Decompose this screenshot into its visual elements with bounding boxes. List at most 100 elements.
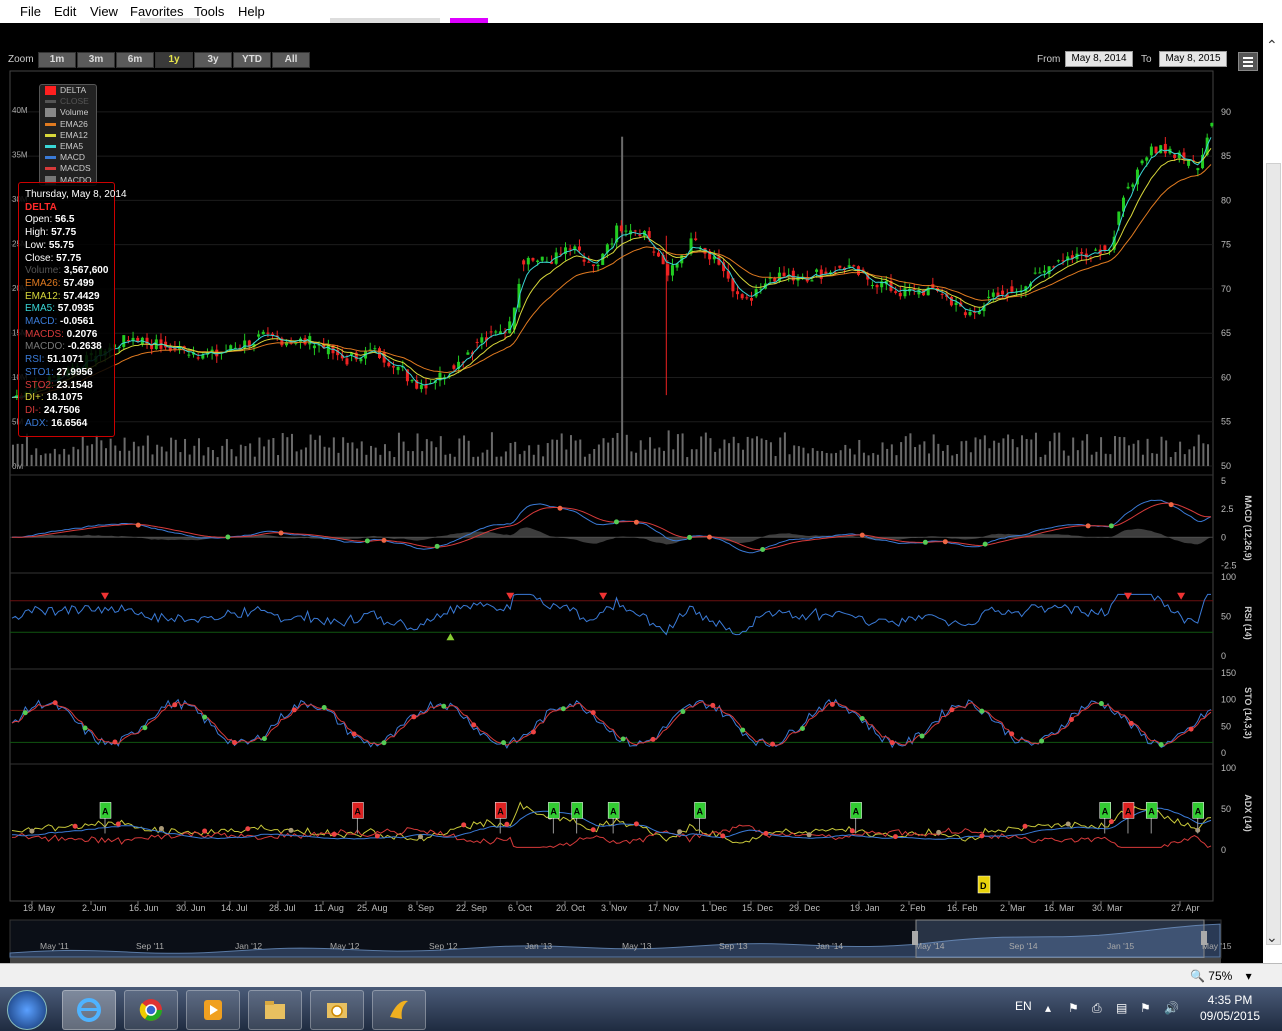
media-player-icon[interactable]: [186, 990, 240, 1030]
volume-bar: [25, 433, 28, 466]
x-tick-label: 16. Feb: [947, 903, 978, 913]
candle-body: [652, 251, 656, 253]
volume-bar: [318, 435, 321, 466]
tray-app-icon[interactable]: ⚑: [1068, 1001, 1079, 1015]
macd-cross-marker: [633, 519, 639, 525]
candle-body: [266, 332, 270, 334]
volume-bar: [304, 447, 307, 466]
volume-bar: [793, 445, 796, 466]
adx-flag-label: A: [102, 806, 109, 816]
legend-item-ema12[interactable]: EMA12: [40, 130, 96, 141]
candle-body: [1149, 146, 1153, 156]
menu-favorites[interactable]: Favorites: [130, 4, 183, 19]
volume-bar: [151, 454, 154, 466]
volume-bar: [495, 456, 498, 466]
menu-view[interactable]: View: [90, 4, 118, 19]
tooltip-label: EMA26:: [25, 277, 64, 289]
app-icon[interactable]: [372, 990, 426, 1030]
ema5-line: [11, 137, 1212, 399]
scroll-down-icon[interactable]: ⌄: [1266, 929, 1278, 946]
language-indicator[interactable]: EN: [1015, 999, 1032, 1013]
volume-bar: [453, 456, 456, 466]
adx-flag-label: A: [697, 806, 704, 816]
volume-bar: [1039, 456, 1042, 466]
candle-body: [466, 352, 470, 355]
candle-body: [657, 252, 661, 257]
outlook-icon[interactable]: [310, 990, 364, 1030]
menu-file[interactable]: File: [20, 4, 41, 19]
show-hidden-icons[interactable]: ▴: [1045, 1001, 1051, 1015]
volume-bar: [997, 442, 1000, 466]
volume-bar: [523, 450, 526, 466]
tray-printer-icon[interactable]: ⎙: [1092, 1001, 1102, 1016]
volume-bar: [579, 439, 582, 466]
volume-bar: [397, 432, 400, 466]
legend-swatch: [45, 167, 56, 171]
rsi-tick-label: 0: [1221, 651, 1226, 661]
volume-bar: [1021, 435, 1024, 466]
legend-item-volume[interactable]: Volume: [40, 107, 96, 118]
volume-bar: [993, 440, 996, 466]
volume-bar: [72, 446, 75, 466]
legend-label: Volume: [60, 107, 89, 118]
volume-bar: [1193, 446, 1196, 466]
volume-bar: [1183, 454, 1186, 466]
volume-bar: [630, 451, 633, 466]
price-tick-label: 65: [1221, 328, 1231, 338]
chrome-icon[interactable]: [124, 990, 178, 1030]
volume-bar: [481, 452, 484, 466]
adx-cross-marker: [849, 828, 855, 834]
candle-body: [526, 257, 530, 265]
ie-icon[interactable]: [62, 990, 116, 1030]
network-icon[interactable]: ▤: [1116, 1001, 1127, 1015]
legend-item-delta[interactable]: DELTA: [40, 85, 96, 96]
legend-item-macd[interactable]: MACD: [40, 152, 96, 163]
page-zoom[interactable]: 🔍 75% ▾: [1190, 969, 1252, 983]
volume-bar: [639, 440, 642, 466]
volume-icon[interactable]: 🔊: [1164, 1001, 1179, 1015]
volume-bar: [695, 449, 698, 466]
scrollbar-thumb[interactable]: [1266, 163, 1281, 945]
menu-help[interactable]: Help: [238, 4, 265, 19]
volume-bar: [39, 455, 42, 466]
volume-bar: [490, 432, 493, 466]
adx-tick-label: 100: [1221, 763, 1236, 773]
volume-bar: [616, 432, 619, 466]
legend-item-close[interactable]: CLOSE: [40, 96, 96, 107]
volume-bar: [211, 450, 214, 466]
start-button[interactable]: [7, 990, 47, 1030]
adx-cross-marker: [633, 821, 639, 827]
rsi-sell-marker: [1177, 592, 1186, 600]
candle-body: [1159, 145, 1163, 154]
rsi-panel-label: RSI (14): [1243, 606, 1253, 640]
volume-bar: [374, 447, 377, 466]
volume-bar: [1174, 452, 1177, 466]
clock[interactable]: 4:35 PM 09/05/2015: [1190, 992, 1270, 1024]
sto-cross-marker: [471, 722, 477, 728]
volume-bar: [946, 445, 949, 466]
volume-bar: [658, 447, 661, 466]
volume-bar: [281, 433, 284, 466]
candle-body: [1056, 260, 1060, 262]
macd-cross-marker: [1108, 523, 1114, 529]
scroll-up-icon[interactable]: ⌃: [1266, 37, 1278, 54]
legend-item-ema5[interactable]: EMA5: [40, 141, 96, 152]
macd-line: [11, 499, 1212, 554]
legend-item-ema26[interactable]: EMA26: [40, 119, 96, 130]
menu-edit[interactable]: Edit: [54, 4, 76, 19]
navigator-label: Jan '14: [816, 941, 843, 951]
volume-bar: [783, 432, 786, 466]
volume-bar: [332, 437, 335, 466]
price-tick-label: 60: [1221, 372, 1231, 382]
action-center-icon[interactable]: ⚑: [1140, 1001, 1151, 1015]
menu-tools[interactable]: Tools: [194, 4, 224, 19]
legend-item-macds[interactable]: MACDS: [40, 163, 96, 174]
sto-cross-marker: [590, 710, 596, 716]
file-explorer-icon[interactable]: [248, 990, 302, 1030]
volume-bar: [360, 441, 363, 466]
volume-tick-label: 40M: [12, 106, 28, 115]
volume-bar: [472, 456, 475, 466]
volume-bar: [1095, 451, 1098, 466]
page-scrollbar[interactable]: ⌃ ⌄: [1263, 23, 1282, 963]
volume-bar: [463, 435, 466, 466]
